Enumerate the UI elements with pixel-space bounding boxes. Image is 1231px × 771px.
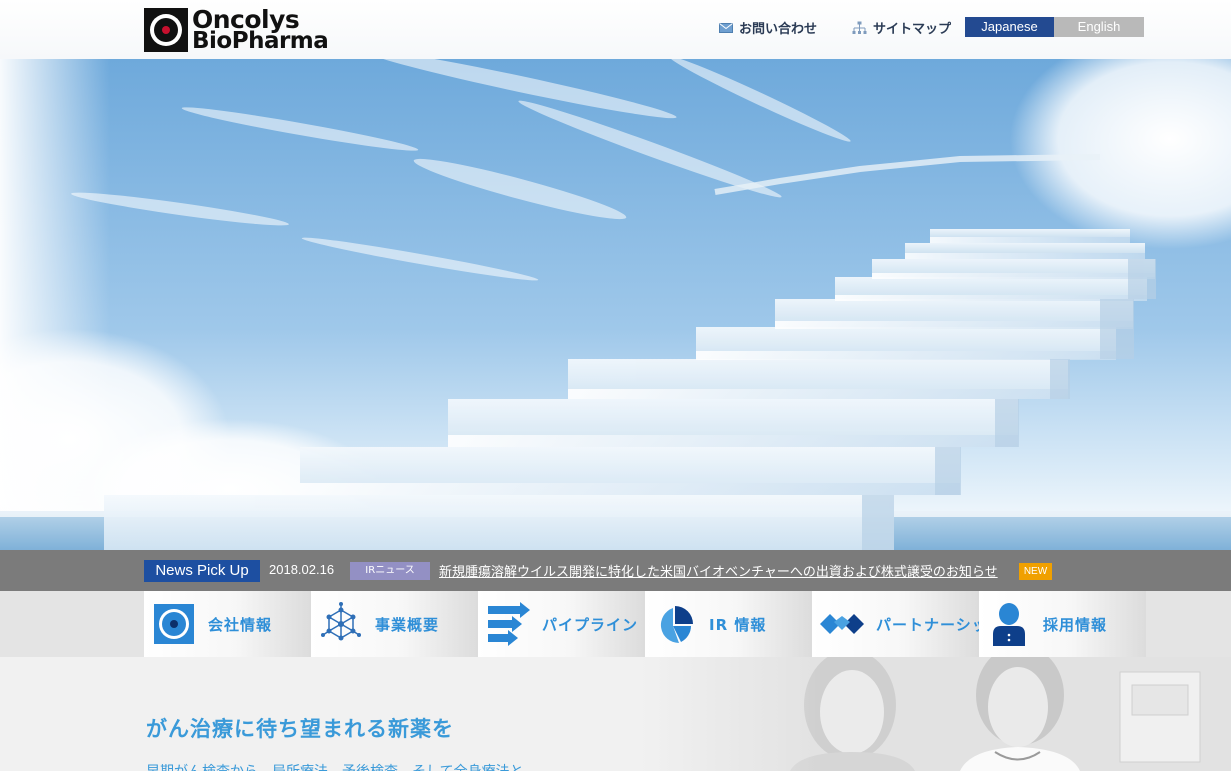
- pipeline-arrows-icon: [488, 602, 530, 646]
- sitemap-label: サイトマップ: [873, 22, 952, 37]
- pie-chart-icon: [660, 606, 693, 644]
- language-english-button[interactable]: English: [1054, 17, 1144, 37]
- nav-pipeline[interactable]: パイプライン: [478, 591, 645, 657]
- news-category-badge: IRニュース: [350, 562, 430, 580]
- nav-company-info[interactable]: 会社情報: [144, 591, 311, 657]
- intro-heading: がん治療に待ち望まれる新薬を: [146, 717, 454, 741]
- person-icon: [993, 603, 1025, 646]
- hero-sky-staircase: [0, 59, 1231, 550]
- nav-recruitment[interactable]: 採用情報: [979, 591, 1146, 657]
- nav-label: 採用情報: [1043, 616, 1108, 634]
- sitemap-link[interactable]: サイトマップ: [852, 18, 951, 37]
- mail-icon: [719, 22, 733, 33]
- news-pickup-title: News Pick Up: [144, 560, 260, 582]
- news-pickup-bar: News Pick Up 2018.02.16 IRニュース 新規腫瘍溶解ウイル…: [0, 550, 1231, 591]
- doctor-photo: [640, 657, 1231, 771]
- contact-label: お問い合わせ: [739, 22, 818, 37]
- new-badge: NEW: [1019, 563, 1052, 580]
- main-nav: 会社情報 事業概要 パイプライン IR 情報 パートナーシップ 採用情報: [0, 591, 1231, 657]
- molecule-network-icon: [321, 602, 361, 641]
- nav-label: パイプライン: [542, 616, 639, 634]
- news-date: 2018.02.16: [269, 562, 335, 577]
- oncolys-logo[interactable]: Oncolys BioPharma: [144, 5, 329, 54]
- intro-section: がん治療に待ち望まれる新薬を 早期がん検査から、局所療法、予後検査、そして全身療…: [0, 657, 1231, 771]
- circle-target-icon: [154, 604, 194, 644]
- language-japanese-button[interactable]: Japanese: [965, 17, 1054, 37]
- news-headline-link[interactable]: 新規腫瘍溶解ウイルス開発に特化した米国バイオベンチャーへの出資および株式譲受のお…: [439, 561, 998, 580]
- handshake-icon: [820, 614, 864, 634]
- nav-partnership[interactable]: パートナーシップ: [812, 591, 1003, 657]
- logo-text-line2: BioPharma: [192, 28, 329, 54]
- nav-business-overview[interactable]: 事業概要: [311, 591, 478, 657]
- hero-image: [0, 59, 1231, 550]
- site-header: Oncolys BioPharma お問い合わせ サイトマップ Japanese…: [0, 0, 1231, 59]
- sitemap-icon: [852, 21, 867, 34]
- contact-link[interactable]: お問い合わせ: [719, 18, 817, 37]
- nav-label: 会社情報: [208, 616, 273, 634]
- nav-ir-info[interactable]: IR 情報: [645, 591, 812, 657]
- nav-label: 事業概要: [375, 616, 440, 634]
- nav-label: IR 情報: [709, 616, 767, 634]
- intro-text: 早期がん検査から、局所療法、予後検査、そして全身療法と: [146, 761, 524, 771]
- logo-mark-icon: [144, 8, 188, 52]
